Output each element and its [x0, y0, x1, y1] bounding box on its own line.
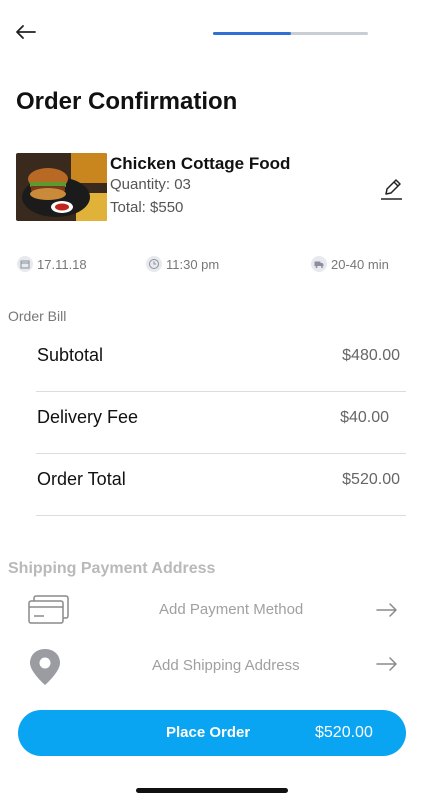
bill-row-label: Order Total — [37, 469, 126, 489]
edit-icon[interactable] — [378, 177, 404, 201]
arrow-right-icon — [376, 602, 398, 618]
clock-icon — [146, 256, 162, 272]
bill-row-value: $520.00 — [342, 471, 400, 488]
order-date: 17.11.18 — [17, 256, 87, 272]
bill-row-subtotal: Subtotal $480.00 — [36, 330, 406, 392]
bill-row-label: Subtotal — [37, 345, 104, 365]
truck-icon — [311, 256, 327, 272]
bill-row-label: Delivery Fee — [37, 407, 139, 427]
place-order-label: Place Order — [166, 724, 251, 741]
item-name: Chicken Cottage Food — [110, 154, 291, 173]
food-image — [16, 153, 107, 221]
add-payment-method-label: Add Payment Method — [159, 601, 304, 618]
place-order-amount: $520.00 — [315, 724, 373, 741]
delivery-window: 20-40 min — [311, 256, 389, 272]
add-payment-method-row[interactable]: Add Payment Method — [0, 588, 424, 632]
order-time-text: 11:30 pm — [166, 256, 220, 272]
calendar-icon — [17, 256, 33, 272]
item-total: Total: $550 — [110, 199, 184, 216]
place-order-button[interactable]: Place Order $520.00 — [18, 710, 406, 756]
location-pin-icon — [28, 648, 62, 691]
bill-row-delivery-fee: Delivery Fee $40.00 — [36, 392, 406, 454]
divider — [36, 515, 406, 516]
order-time: 11:30 pm — [146, 256, 219, 272]
add-shipping-address-label: Add Shipping Address — [152, 657, 300, 674]
home-indicator — [136, 788, 288, 793]
bill-row-value: $40.00 — [340, 409, 389, 426]
bill-row-value: $480.00 — [342, 347, 400, 364]
bill-row-order-total: Order Total $520.00 — [36, 454, 406, 516]
progress-bar-fill — [213, 32, 291, 35]
card-icon — [28, 594, 70, 631]
page-title: Order Confirmation — [16, 88, 238, 115]
delivery-window-text: 20-40 min — [331, 256, 389, 272]
shipping-payment-title: Shipping Payment Address — [8, 560, 216, 577]
order-date-text: 17.11.18 — [37, 256, 87, 272]
progress-bar — [213, 32, 368, 35]
add-shipping-address-row[interactable]: Add Shipping Address — [0, 644, 424, 688]
back-arrow-icon[interactable] — [14, 20, 38, 44]
item-quantity: Quantity: 03 — [110, 176, 191, 193]
arrow-right-icon — [376, 656, 398, 672]
order-bill-label: Order Bill — [8, 308, 67, 324]
